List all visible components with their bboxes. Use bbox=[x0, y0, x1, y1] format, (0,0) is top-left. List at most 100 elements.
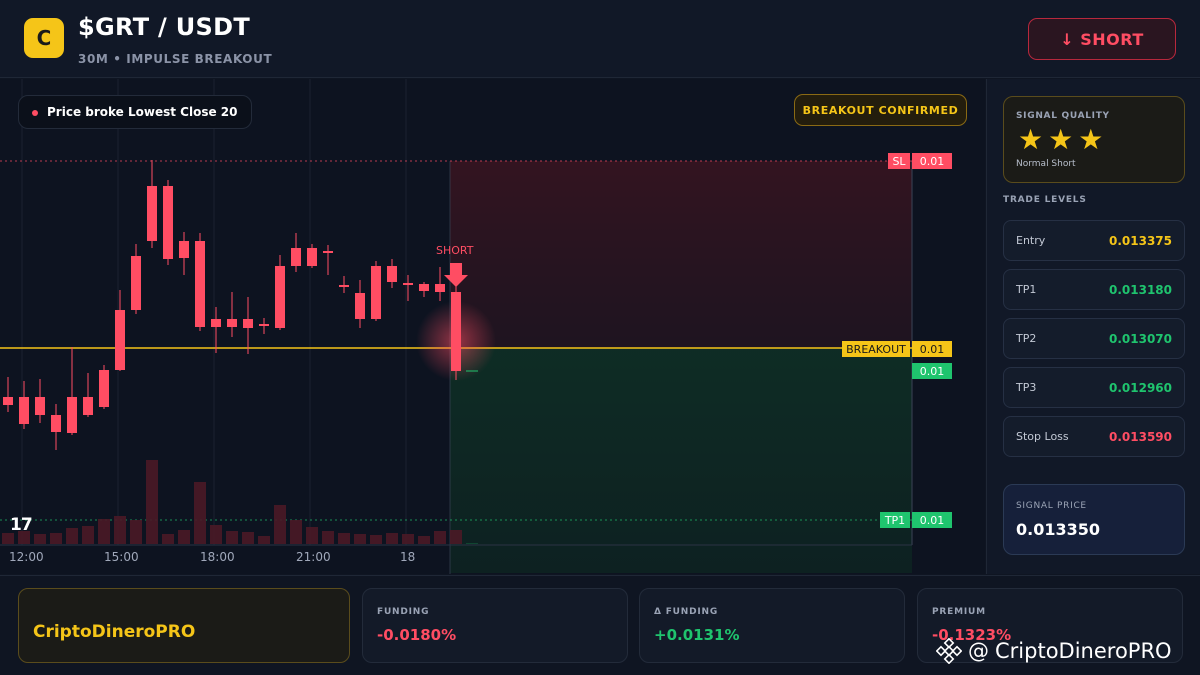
volume-bar bbox=[210, 525, 222, 544]
star-icon: ★ bbox=[1078, 123, 1104, 156]
time-label: 18 bbox=[400, 550, 416, 564]
tp1-tag-name: TP1 bbox=[880, 512, 910, 528]
volume-bar bbox=[290, 520, 302, 544]
level-value: 0.013070 bbox=[1108, 332, 1172, 346]
tp1-tag-value: 0.01 bbox=[912, 512, 952, 528]
volume-bar bbox=[162, 534, 174, 544]
candle-body bbox=[243, 319, 253, 328]
star-icon: ★ bbox=[1048, 123, 1074, 156]
candle-body bbox=[259, 324, 269, 326]
delta-funding-card: Δ FUNDING +0.0131% bbox=[639, 588, 905, 663]
short-marker-label: SHORT bbox=[436, 244, 474, 257]
volume-bar bbox=[386, 533, 398, 544]
candle-body bbox=[19, 397, 29, 424]
candle-body bbox=[195, 241, 205, 327]
alert-dot-icon bbox=[32, 110, 38, 116]
timeframe-subtitle: 30M • IMPULSE BREAKOUT bbox=[78, 52, 273, 66]
volume-bar bbox=[370, 535, 382, 544]
level-name: TP2 bbox=[1016, 332, 1037, 345]
watermark: @ CriptoDineroPRO bbox=[936, 637, 1172, 665]
level-row-entry: Entry 0.013375 bbox=[1003, 220, 1185, 261]
candle-body bbox=[163, 186, 173, 259]
volume-bar bbox=[130, 520, 142, 544]
candle-body bbox=[67, 397, 77, 433]
volume-bar bbox=[178, 530, 190, 544]
candle-body bbox=[35, 397, 45, 415]
volume-bar bbox=[194, 482, 206, 544]
volume-bar bbox=[50, 533, 62, 544]
signal-side-panel: SIGNAL QUALITY ★ ★ ★ Normal Short TRADE … bbox=[986, 79, 1200, 574]
volume-bar bbox=[434, 531, 446, 544]
candle-body bbox=[211, 319, 221, 327]
volume-bar bbox=[402, 534, 414, 544]
candle-body bbox=[307, 248, 317, 266]
candle-body bbox=[339, 285, 349, 287]
binance-logo-icon bbox=[936, 638, 962, 664]
candle-body bbox=[419, 284, 429, 291]
signal-quality-card: SIGNAL QUALITY ★ ★ ★ Normal Short bbox=[1003, 96, 1185, 183]
candle-body bbox=[323, 251, 333, 253]
level-name: Entry bbox=[1016, 234, 1046, 247]
signal-quality-title: SIGNAL QUALITY bbox=[1016, 111, 1110, 121]
volume-bar bbox=[354, 534, 366, 544]
level-name: Stop Loss bbox=[1016, 430, 1069, 443]
volume-bar bbox=[242, 532, 254, 544]
current-price-tag: 0.01 bbox=[912, 363, 952, 379]
candle-body bbox=[275, 266, 285, 328]
volume-bar bbox=[322, 531, 334, 544]
candle-body bbox=[51, 415, 61, 432]
volume-bar bbox=[258, 536, 270, 544]
volume-bar bbox=[418, 536, 430, 544]
pair-title: $GRT / USDT bbox=[78, 13, 251, 41]
bottom-stats-bar: CriptoDineroPRO FUNDING -0.0180% Δ FUNDI… bbox=[0, 575, 1200, 675]
stat-value: +0.0131% bbox=[654, 626, 740, 644]
candle-body bbox=[99, 370, 109, 407]
quality-stars: ★ ★ ★ bbox=[1018, 125, 1103, 155]
watermark-at: @ bbox=[968, 639, 989, 663]
app-logo: C bbox=[24, 18, 64, 58]
candle-body bbox=[451, 292, 461, 371]
breakout-reason-text: Price broke Lowest Close 20 bbox=[47, 105, 238, 119]
candle-body bbox=[355, 293, 365, 319]
candle-body bbox=[371, 266, 381, 319]
volume-bar bbox=[34, 534, 46, 544]
level-row-tp1: TP1 0.013180 bbox=[1003, 269, 1185, 310]
sl-tag-value: 0.01 bbox=[912, 153, 952, 169]
time-label: 18:00 bbox=[200, 550, 235, 564]
signal-price-card: SIGNAL PRICE 0.013350 bbox=[1003, 484, 1185, 555]
price-chart[interactable]: Price broke Lowest Close 20 BREAKOUT CON… bbox=[0, 79, 985, 574]
breakout-confirmed-badge: BREAKOUT CONFIRMED bbox=[794, 94, 967, 126]
volume-bar bbox=[98, 519, 110, 544]
volume-bar bbox=[114, 516, 126, 544]
time-label: 21:00 bbox=[296, 550, 331, 564]
volume-bar bbox=[82, 526, 94, 544]
breakout-tag-value: 0.01 bbox=[912, 341, 952, 357]
short-button[interactable]: ↓ SHORT bbox=[1028, 18, 1176, 60]
volume-bar bbox=[338, 533, 350, 544]
stop-loss-zone bbox=[450, 161, 912, 348]
tradingview-logo: 17 bbox=[10, 515, 33, 535]
sl-tag-name: SL bbox=[888, 153, 910, 169]
stat-label: Δ FUNDING bbox=[654, 607, 719, 617]
volume-bar bbox=[146, 460, 158, 544]
signal-quality-subtitle: Normal Short bbox=[1016, 159, 1076, 169]
take-profit-zone bbox=[450, 348, 912, 573]
level-row-tp2: TP2 0.013070 bbox=[1003, 318, 1185, 359]
candle-body bbox=[291, 248, 301, 266]
level-row-stop-loss: Stop Loss 0.013590 bbox=[1003, 416, 1185, 457]
candle-body bbox=[115, 310, 125, 370]
candle-body bbox=[83, 397, 93, 415]
candle-body bbox=[435, 284, 445, 292]
level-row-tp3: TP3 0.012960 bbox=[1003, 367, 1185, 408]
star-icon: ★ bbox=[1018, 123, 1044, 156]
breakout-tag-name: BREAKOUT bbox=[842, 341, 910, 357]
trade-levels-title: TRADE LEVELS bbox=[1003, 195, 1087, 205]
level-value: 0.013375 bbox=[1108, 234, 1172, 248]
brand-name: CriptoDineroPRO bbox=[33, 622, 196, 642]
chart-canvas bbox=[0, 79, 913, 574]
header-bar: C $GRT / USDT 30M • IMPULSE BREAKOUT ↓ S… bbox=[0, 0, 1200, 78]
candle-body bbox=[147, 186, 157, 241]
volume-bar bbox=[226, 531, 238, 544]
candle-body bbox=[3, 397, 13, 405]
volume-bar bbox=[450, 530, 462, 544]
